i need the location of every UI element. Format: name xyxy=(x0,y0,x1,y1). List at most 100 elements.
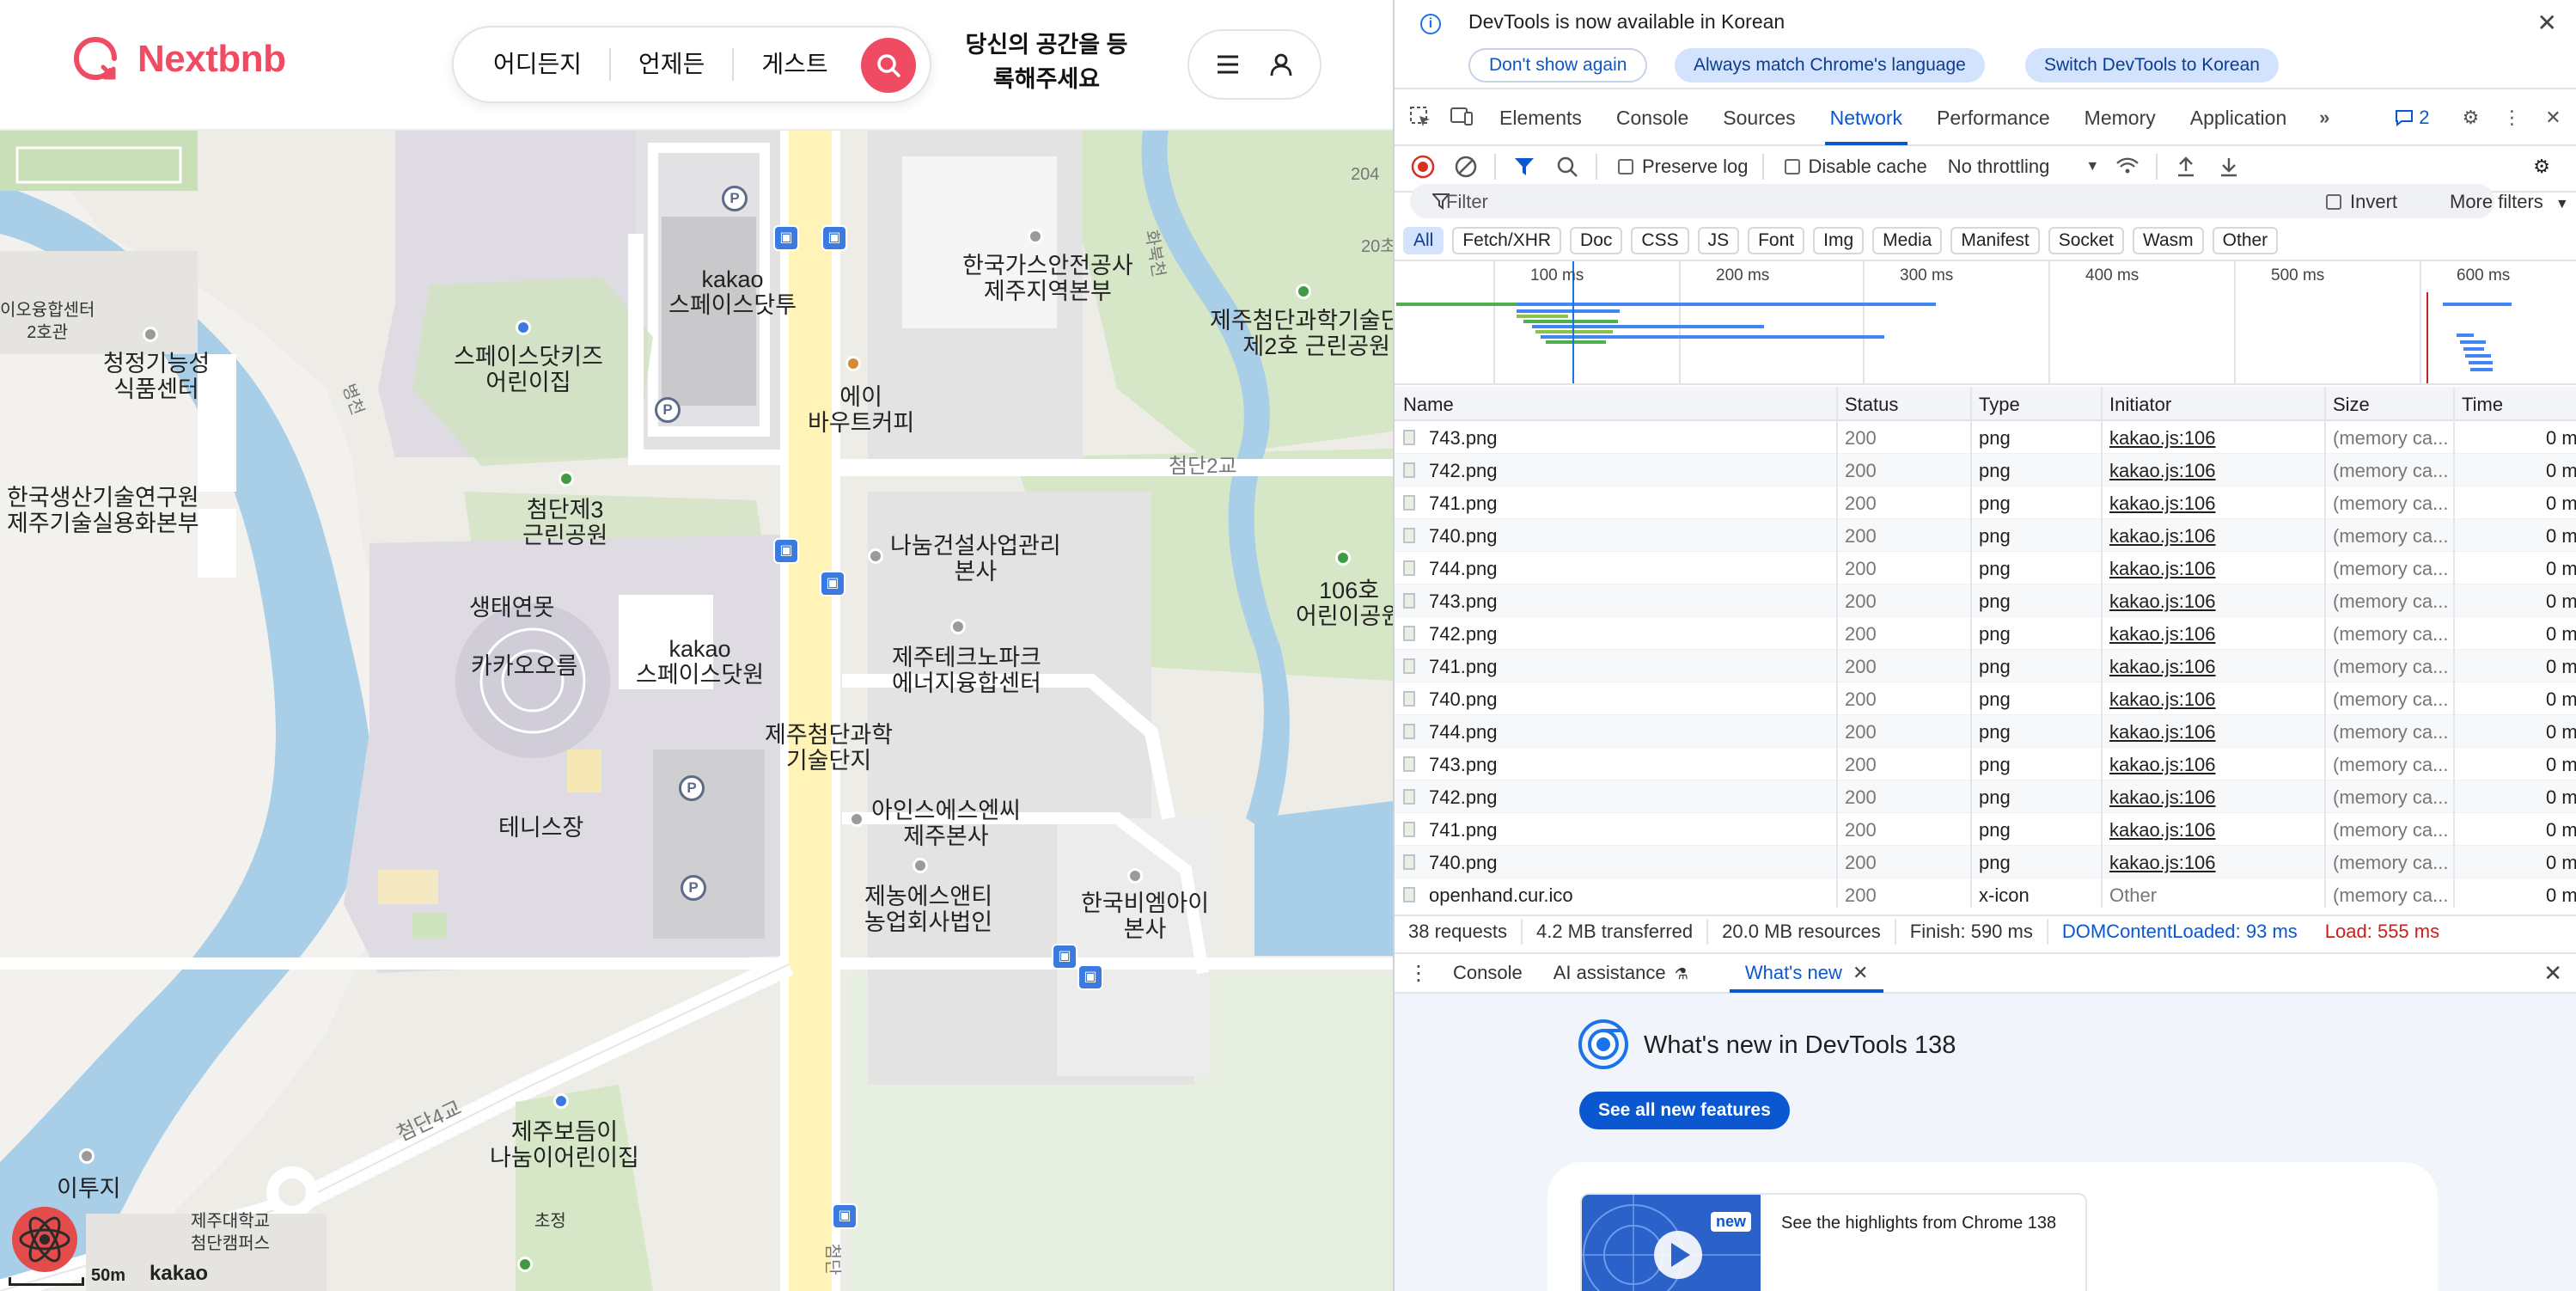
issues-badge[interactable]: 2 xyxy=(2395,107,2430,129)
map-label[interactable]: 한국가스안전공사 제주지역본부 xyxy=(962,253,1133,304)
cell-initiator[interactable]: kakao.js:106 xyxy=(2109,427,2216,450)
cell-initiator[interactable]: kakao.js:106 xyxy=(2109,493,2216,515)
poi-dot[interactable] xyxy=(1296,284,1311,299)
network-settings-icon[interactable]: ⚙ xyxy=(2527,152,2556,181)
table-row[interactable]: 742.png 200 png kakao.js:106 (memory ca... 0 … xyxy=(1395,617,2576,650)
logo[interactable]: Nextbnb xyxy=(69,33,286,86)
map-label[interactable]: 이투지 xyxy=(57,1176,121,1202)
invert-checkbox[interactable] xyxy=(2326,194,2341,210)
map-label[interactable]: 106호 어린이공원 xyxy=(1296,578,1393,629)
column-header-time[interactable]: Time xyxy=(2462,394,2503,416)
map-label[interactable]: 초정 xyxy=(534,1210,566,1233)
type-filter-other[interactable]: Other xyxy=(2212,227,2279,254)
bus-stop-icon[interactable]: ▣ xyxy=(1052,944,1077,970)
inspect-element-icon[interactable] xyxy=(1408,106,1432,130)
more-filters-button[interactable]: More filters ▼ xyxy=(2450,191,2569,213)
poi-dot[interactable] xyxy=(517,1257,533,1272)
type-filter-js[interactable]: JS xyxy=(1697,227,1740,254)
invert-toggle[interactable]: Invert xyxy=(2326,191,2397,213)
network-conditions-icon[interactable] xyxy=(2113,152,2142,181)
column-header-size[interactable]: Size xyxy=(2333,394,2370,416)
map-label[interactable]: kakao 스페이스닷투 xyxy=(668,266,797,318)
map-label[interactable]: 제주대학교 첨단캠퍼스 xyxy=(191,1210,270,1255)
parking-icon[interactable]: P xyxy=(722,186,748,211)
tab-application[interactable]: Application xyxy=(2173,90,2304,145)
bus-stop-icon[interactable]: ▣ xyxy=(773,538,799,564)
type-filter-manifest[interactable]: Manifest xyxy=(1950,227,2040,254)
gear-icon[interactable]: ⚙ xyxy=(2459,106,2483,130)
poi-dot[interactable] xyxy=(143,327,158,342)
table-row[interactable]: 744.png 200 png kakao.js:106 (memory ca... 0 … xyxy=(1395,715,2576,748)
type-filter-socket[interactable]: Socket xyxy=(2048,227,2124,254)
parking-icon[interactable]: P xyxy=(655,397,681,423)
table-row[interactable]: 741.png 200 png kakao.js:106 (memory ca... 0 … xyxy=(1395,650,2576,682)
type-filter-doc[interactable]: Doc xyxy=(1570,227,1623,254)
host-link[interactable]: 당신의 공간을 등 록해주세요 xyxy=(961,28,1132,96)
cell-initiator[interactable]: kakao.js:106 xyxy=(2109,786,2216,809)
map-label[interactable]: 아인스에스엔씨 제주본사 xyxy=(871,798,1021,849)
map-label[interactable]: kakao 스페이스닷원 xyxy=(636,636,764,688)
map-label[interactable]: 에이 바우트커피 xyxy=(808,384,914,436)
throttling-select[interactable]: No throttling xyxy=(1948,156,2050,178)
tab-network[interactable]: Network xyxy=(1813,90,1920,145)
cell-initiator[interactable]: kakao.js:106 xyxy=(2109,754,2216,776)
table-row[interactable]: 742.png 200 png kakao.js:106 (memory ca... 0 … xyxy=(1395,454,2576,486)
user-menu-button[interactable] xyxy=(1187,29,1322,100)
poi-dot[interactable] xyxy=(516,320,531,335)
search-where[interactable]: 어디든지 xyxy=(454,48,609,81)
poi-dot[interactable] xyxy=(868,548,883,564)
table-row[interactable]: 744.png 200 png kakao.js:106 (memory ca... 0 … xyxy=(1395,552,2576,584)
dont-show-again-button[interactable]: Don't show again xyxy=(1468,48,1648,83)
poi-dot[interactable] xyxy=(553,1093,569,1109)
tab-elements[interactable]: Elements xyxy=(1482,90,1599,145)
cell-initiator[interactable]: kakao.js:106 xyxy=(2109,590,2216,613)
table-row[interactable]: openhand.cur.ico 200 x-icon Other (memory ca… xyxy=(1395,878,2576,908)
bus-stop-icon[interactable]: ▣ xyxy=(820,571,845,597)
close-drawer-icon[interactable]: ✕ xyxy=(2543,960,2562,987)
network-overview-timeline[interactable]: 100 ms 200 ms 300 ms 400 ms 500 ms 600 m… xyxy=(1395,260,2576,385)
always-match-language-button[interactable]: Always match Chrome's language xyxy=(1675,48,1985,83)
tab-performance[interactable]: Performance xyxy=(1920,90,2067,145)
map-label[interactable]: 첨단제3 근린공원 xyxy=(522,497,607,548)
type-filter-wasm[interactable]: Wasm xyxy=(2132,227,2204,254)
more-tabs-icon[interactable]: » xyxy=(2312,106,2336,130)
upload-icon[interactable] xyxy=(2171,152,2201,181)
tab-memory[interactable]: Memory xyxy=(2067,90,2173,145)
column-header-type[interactable]: Type xyxy=(1979,394,2020,416)
see-all-new-features-button[interactable]: See all new features xyxy=(1579,1092,1790,1129)
map-label[interactable]: 이오융합센터 2호관 xyxy=(0,299,95,344)
cell-initiator[interactable]: kakao.js:106 xyxy=(2109,525,2216,548)
column-header-initiator[interactable]: Initiator xyxy=(2109,394,2171,416)
disable-cache-checkbox[interactable] xyxy=(1784,159,1800,174)
cell-initiator[interactable]: kakao.js:106 xyxy=(2109,852,2216,874)
drawer-tab-whats-new[interactable]: What's new ✕ xyxy=(1729,953,1884,993)
device-toolbar-icon[interactable] xyxy=(1450,106,1474,130)
map-label[interactable]: 한국생산기술연구원 제주기술실용화본부 xyxy=(7,485,199,536)
table-row[interactable]: 743.png 200 png kakao.js:106 (memory ca... 0 … xyxy=(1395,584,2576,617)
map-label[interactable]: 제주첨단과학기술단지 제2호 근린공원 xyxy=(1210,308,1393,359)
tab-console[interactable]: Console xyxy=(1599,90,1706,145)
close-icon[interactable]: ✕ xyxy=(2537,9,2557,37)
map-label[interactable]: 생태연못 xyxy=(469,595,554,621)
bus-stop-icon[interactable]: ▣ xyxy=(832,1203,858,1229)
cell-initiator[interactable]: kakao.js:106 xyxy=(2109,721,2216,743)
cell-initiator[interactable]: kakao.js:106 xyxy=(2109,558,2216,580)
drawer-tab-ai-assistance[interactable]: AI assistance ⚗ xyxy=(1538,953,1704,993)
type-filter-media[interactable]: Media xyxy=(1872,227,1943,254)
map-label[interactable]: 청정기능성 식품센터 xyxy=(103,351,210,402)
type-filter-fetch-xhr[interactable]: Fetch/XHR xyxy=(1452,227,1562,254)
drawer-menu-icon[interactable]: ⋮ xyxy=(1395,961,1438,986)
table-row[interactable]: 741.png 200 png kakao.js:106 (memory ca... 0 … xyxy=(1395,813,2576,846)
map-label[interactable]: 카카오오름 xyxy=(471,653,577,679)
type-filter-all[interactable]: All xyxy=(1403,227,1444,254)
table-row[interactable]: 740.png 200 png kakao.js:106 (memory ca... 0 … xyxy=(1395,682,2576,715)
map-label[interactable]: 테니스장 xyxy=(498,815,583,841)
table-row[interactable]: 741.png 200 png kakao.js:106 (memory ca... 0 … xyxy=(1395,486,2576,519)
search-when[interactable]: 언제든 xyxy=(611,48,732,81)
map-label[interactable]: 나눔건설사업관리 본사 xyxy=(890,533,1061,584)
video-thumbnail[interactable]: new xyxy=(1582,1195,1761,1291)
map-label[interactable]: 20초 xyxy=(1361,236,1393,258)
highlights-text[interactable]: See the highlights from Chrome 138 xyxy=(1781,1214,2056,1233)
table-row[interactable]: 743.png 200 png kakao.js:106 (memory ca... 0 … xyxy=(1395,421,2576,454)
map[interactable]: 이오융합센터 2호관 청정기능성 식품센터 스페이스닷키즈 어린이집 kakao… xyxy=(0,131,1393,1291)
